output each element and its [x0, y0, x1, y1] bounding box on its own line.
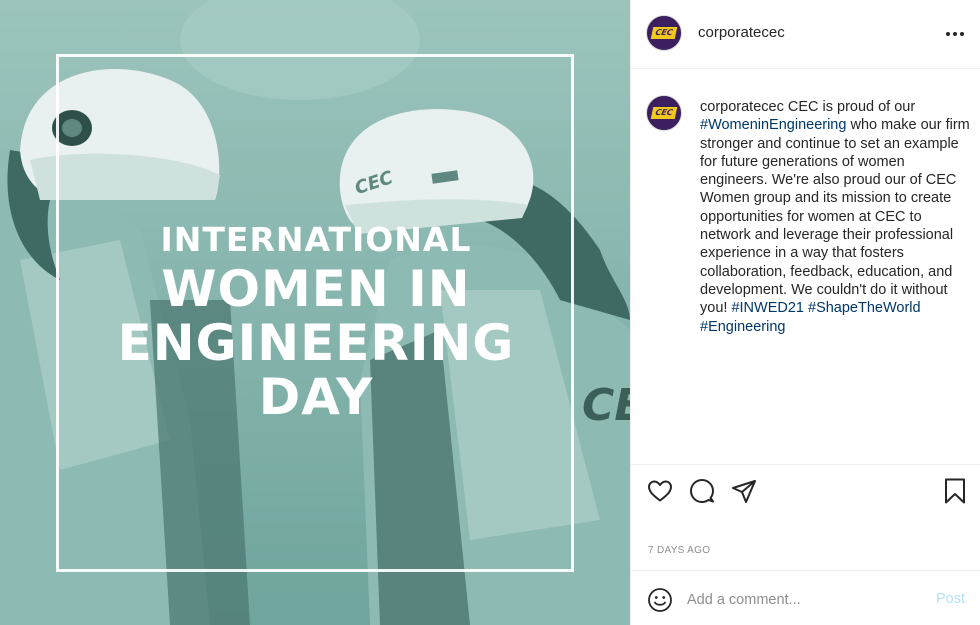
- caption-body: who make our firm stronger and continue …: [700, 117, 970, 317]
- cec-logo-icon: CEC: [650, 107, 678, 119]
- more-dot-icon: [953, 32, 957, 36]
- headline-line-1: INTERNATIONAL: [160, 220, 472, 259]
- emoji-icon[interactable]: [647, 587, 673, 613]
- post-comment-button[interactable]: Post: [936, 591, 965, 607]
- bookmark-icon[interactable]: [941, 477, 969, 505]
- headline-line-4: DAY: [258, 368, 374, 426]
- hashtag-link[interactable]: #INWED21: [731, 300, 804, 316]
- comment-input[interactable]: [687, 587, 917, 613]
- hashtag-link[interactable]: #Engineering: [700, 319, 785, 335]
- paper-plane-icon[interactable]: [730, 477, 758, 505]
- post-header: CEC corporatecec: [631, 0, 980, 69]
- comment-bar: Post: [631, 570, 980, 625]
- vest-logo: CEC: [582, 380, 630, 431]
- action-bar: [631, 464, 980, 516]
- avatar[interactable]: CEC: [646, 15, 682, 51]
- heart-icon[interactable]: [646, 477, 674, 505]
- post-panel: CEC corporatecec CEC corporatecec CEC is…: [630, 0, 980, 625]
- post-image[interactable]: CEC CEC INTERNATIONAL WOMEN IN ENGINEERI…: [0, 0, 630, 625]
- header-username[interactable]: corporatecec: [698, 24, 785, 41]
- cec-logo-icon: CEC: [650, 27, 678, 39]
- caption-body: CEC is proud of our: [783, 99, 916, 115]
- speech-bubble-icon[interactable]: [688, 477, 716, 505]
- more-dot-icon: [946, 32, 950, 36]
- caption-avatar[interactable]: CEC: [646, 95, 682, 131]
- more-dot-icon: [960, 32, 964, 36]
- more-options-button[interactable]: [943, 22, 967, 46]
- headline: INTERNATIONAL WOMEN IN ENGINEERING DAY: [60, 220, 572, 426]
- post-timestamp[interactable]: 7 DAYS AGO: [648, 545, 710, 556]
- headline-line-2: WOMEN IN: [161, 260, 471, 318]
- headline-line-3: ENGINEERING: [117, 314, 515, 372]
- caption-text: corporatecec CEC is proud of our #Womeni…: [700, 98, 970, 336]
- hashtag-link[interactable]: #WomeninEngineering: [700, 117, 846, 133]
- caption-username[interactable]: corporatecec: [700, 99, 784, 115]
- hashtag-link[interactable]: #ShapeTheWorld: [808, 300, 921, 316]
